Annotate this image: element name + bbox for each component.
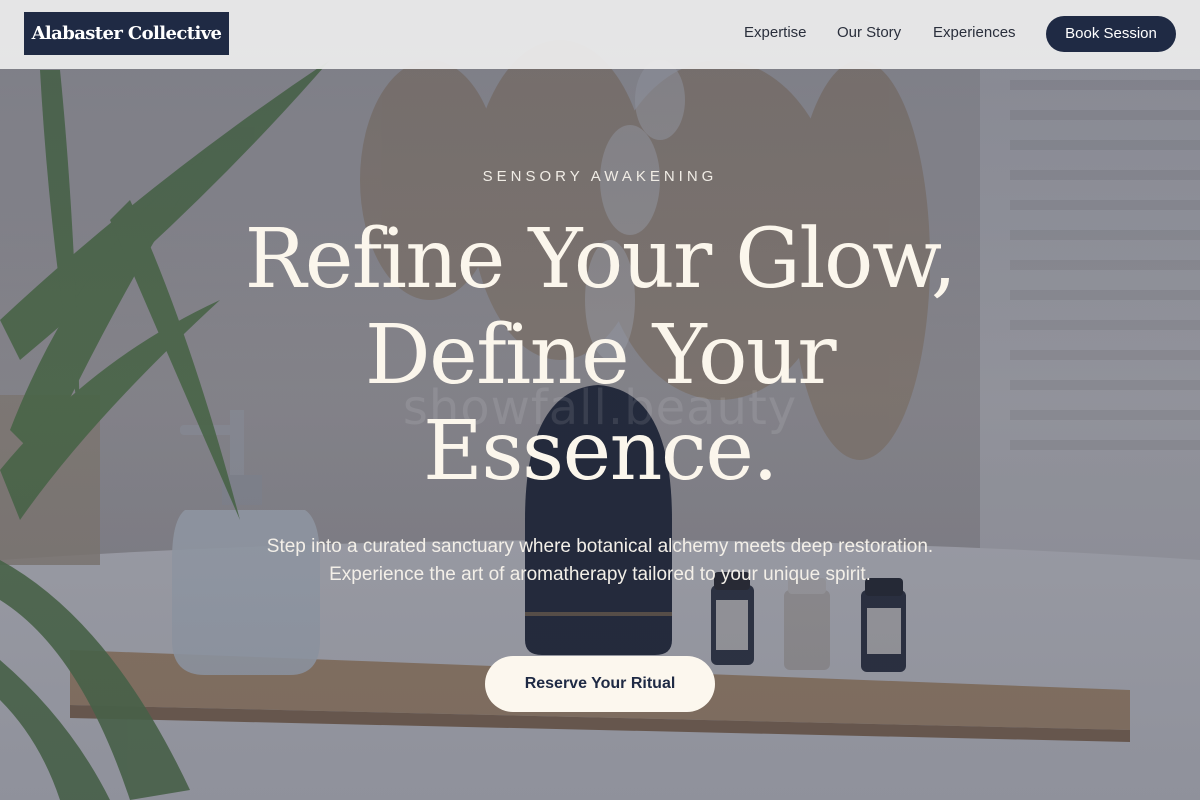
reserve-ritual-button[interactable]: Reserve Your Ritual xyxy=(485,656,715,712)
nav-link-our-story[interactable]: Our Story xyxy=(837,24,901,41)
headline-line-1: Refine Your Glow, xyxy=(244,212,957,307)
hero-headline: Refine Your Glow, Define Your Essence. xyxy=(150,212,1050,500)
hero-description: Step into a curated sanctuary where bota… xyxy=(266,536,934,585)
hero-eyebrow: SENSORY AWAKENING xyxy=(482,168,718,185)
book-session-button[interactable]: Book Session xyxy=(1046,16,1176,52)
brand-logo[interactable]: Alabaster Collective xyxy=(24,12,229,55)
nav-link-experiences[interactable]: Experiences xyxy=(933,24,1016,41)
landing-page: showfall.beauty Alabaster Collective Exp… xyxy=(0,0,1200,800)
nav-link-expertise[interactable]: Expertise xyxy=(744,24,807,41)
headline-line-2: Define Your xyxy=(364,308,837,403)
site-header: Alabaster Collective Expertise Our Story… xyxy=(0,0,1200,69)
headline-line-3: Essence. xyxy=(423,404,778,499)
